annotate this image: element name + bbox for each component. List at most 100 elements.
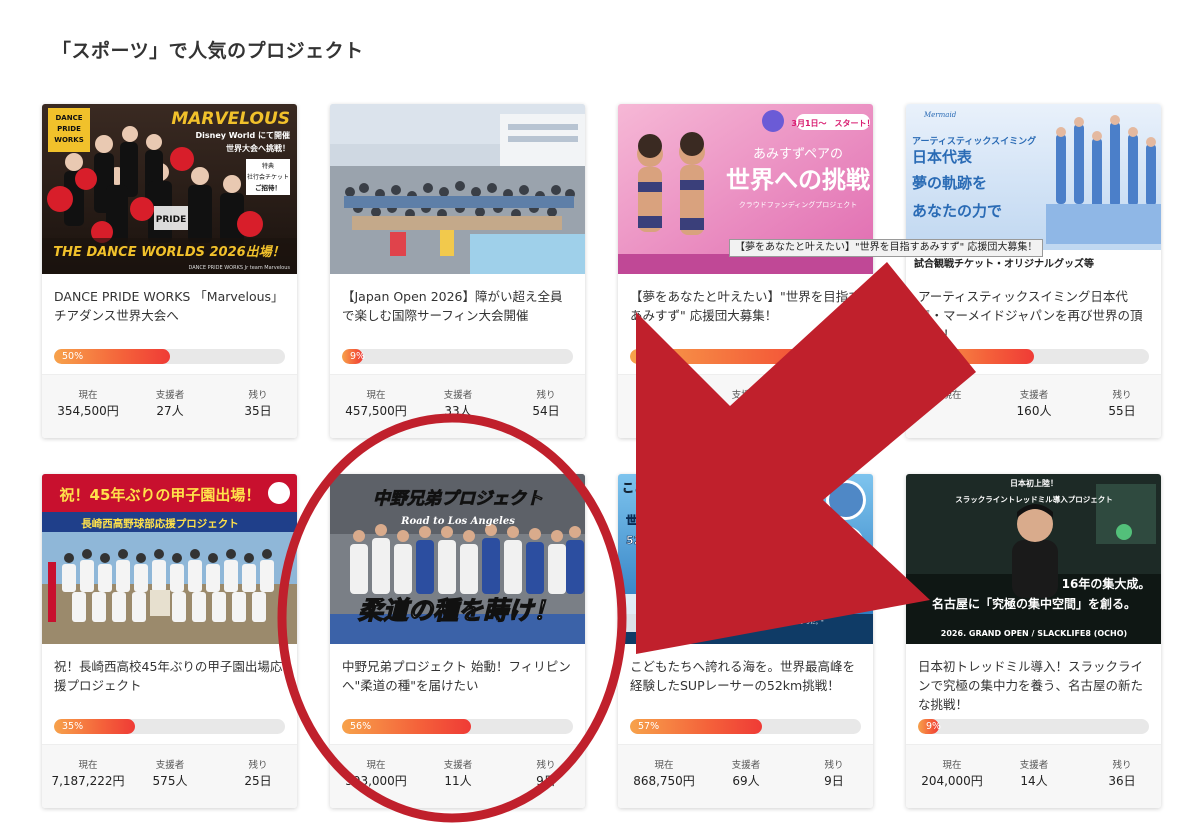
progress-percent: 9% [350,351,366,362]
svg-text:夢の軌跡を: 夢の軌跡を [912,174,987,192]
stat-current-amount: 7,187,222円 [51,774,125,788]
progress-percent: 114% [638,351,666,362]
svg-text:3月1日〜 スタート！: 3月1日〜 スタート！ [791,118,873,128]
stat-remaining-days: 55日 [1108,404,1136,418]
stat-supporters: 33人 [444,404,472,418]
stat-label: 支援者 [1019,390,1049,401]
project-title[interactable]: 日本初トレッドミル導入！スラックラインで究極の集中力を養う、名古屋の新たな挑戦！ [918,657,1150,714]
svg-text:こどもたちへ: こどもたちへ [622,481,694,495]
svg-text:名古屋に「究極の集中空間」を創る。: 名古屋に「究極の集中空間」を創る。 [932,596,1136,611]
project-thumbnail[interactable]: 日本初上陸！ スラックライントレッドミル導入プロジェクト 16年の集大成。 名古… [906,474,1161,644]
stat-label: 支援者 [443,390,473,401]
svg-text:ご招待！: ご招待！ [255,183,281,192]
svg-text:日本代表: 日本代表 [912,148,973,166]
stat-label: 支援者 [155,390,185,401]
stat-label: 残り [824,760,844,771]
svg-text:WORKS: WORKS [54,136,84,144]
progress-percent: 56% [350,721,372,732]
project-stats: 現在 1,145, 支援者 残り [618,374,873,438]
project-title[interactable]: 中野兄弟プロジェクト 始動！フィリピンへ"柔道の種"を届けたい [342,657,574,695]
stat-label: 支援者 [1019,760,1049,771]
svg-text:Road to Los Angeles: Road to Los Angeles [400,516,515,527]
project-thumbnail[interactable]: 中野兄弟プロジェクト Road to Los Angeles 柔道の種を蒔け！ [330,474,585,644]
svg-text:THE DANCE WORLDS 2026出場！: THE DANCE WORLDS 2026出場！ [53,244,284,260]
stat-label: 現在 [78,390,98,401]
svg-text:世界最高峰を: 世界最高峰を [626,513,692,527]
stat-label: 現在 [654,390,674,401]
project-thumbnail[interactable] [330,104,585,274]
svg-text:Disney World にて開催: Disney World にて開催 [196,130,291,140]
title-tooltip: 【夢をあなたと叶えたい】"世界を目指すあみすず" 応援団大募集！ [729,239,1044,257]
project-title[interactable]: アーティスティックスイミング日本代表・マーメイドジャパンを再び世界の頂点へ！ [918,287,1150,344]
stat-label: 支援者 [731,390,761,401]
svg-text:中野兄弟プロジェクト: 中野兄弟プロジェクト [373,489,543,509]
progress-bar [918,349,1149,364]
svg-text:PRIDE: PRIDE [57,125,81,133]
svg-text:PRIDE: PRIDE [156,215,187,225]
stat-current-amount: 457,500円 [345,404,407,418]
project-card[interactable]: こどもたちへ 世界最高峰を 52km挑戦！ "沖縄の海を、眺めるだけで終わらせた… [618,474,873,808]
stat-remaining-days: 36日 [1108,774,1136,788]
stat-label: 現在 [942,760,962,771]
project-stats: 現在 354,500円 支援者 27人 残り 35日 [42,374,297,438]
project-thumbnail[interactable]: PRIDE DANCE PRIDE WORKS MARVELOUS Disney… [42,104,297,274]
svg-text:DANCE: DANCE [55,114,82,122]
stat-current-amount: 393,000円 [345,774,407,788]
progress-bar: 50% [54,349,285,364]
stat-label: 支援者 [443,760,473,771]
stat-current-amount: 354,500円 [57,404,119,418]
project-card[interactable]: 【Japan Open 2026】障がい超え全員で楽しむ国際サーフィン大会開催 … [330,104,585,438]
progress-percent: 35% [62,721,84,732]
project-title[interactable]: 【Japan Open 2026】障がい超え全員で楽しむ国際サーフィン大会開催 [342,287,574,325]
project-card[interactable]: 中野兄弟プロジェクト Road to Los Angeles 柔道の種を蒔け！ … [330,474,585,808]
svg-text:52km挑戦！: 52km挑戦！ [626,533,693,547]
progress-bar: 57% [630,719,861,734]
stat-supporters: 11人 [444,774,472,788]
project-title[interactable]: 祝！長崎西高校45年ぶりの甲子園出場応援プロジェクト [54,657,286,695]
project-title[interactable]: こどもたちへ誇れる海を。世界最高峰を経験したSUPレーサーの52km挑戦！ [630,657,862,695]
stat-label: 支援者 [731,760,761,771]
stat-supporters: 575人 [152,774,188,788]
stat-label: 残り [1112,760,1132,771]
project-card[interactable]: 日本初上陸！ スラックライントレッドミル導入プロジェクト 16年の集大成。 名古… [906,474,1161,808]
progress-percent: 9% [926,721,942,732]
progress-bar: 35% [54,719,285,734]
stat-label: 現在 [78,760,98,771]
image-headline: MARVELOUS [171,109,290,129]
project-title[interactable]: DANCE PRIDE WORKS 「Marvelous」チアダンス世界大会へ [54,287,286,325]
progress-percent: 57% [638,721,660,732]
project-card[interactable]: 3月1日〜 スタート！ あみすずペアの 世界への挑戦 クラウドファンディングプロ… [618,104,873,438]
project-stats: 現在 支援者 160人 残り 55日 [906,374,1161,438]
project-thumbnail[interactable]: こどもたちへ 世界最高峰を 52km挑戦！ "沖縄の海を、眺めるだけで終わらせた… [618,474,873,644]
svg-text:世界大会へ挑戦！: 世界大会へ挑戦！ [226,143,290,153]
stat-label: 残り [248,760,268,771]
progress-bar: 56% [342,719,573,734]
stat-label: 残り [824,390,844,401]
progress-bar: 9% [342,349,573,364]
section-title: 「スポーツ」で人気のプロジェクト [52,40,364,62]
project-card[interactable]: PRIDE DANCE PRIDE WORKS MARVELOUS Disney… [42,104,297,438]
project-stats: 現在 204,000円 支援者 14人 残り 36日 [906,744,1161,808]
project-card[interactable]: 祝！45年ぶりの甲子園出場！ 長崎西高野球部応援プロジェクト 祝！長崎西高校45… [42,474,297,808]
project-title[interactable]: 【夢をあなたと叶えたい】"世界を目指すあみすず" 応援団大募集！ [630,287,862,325]
project-stats: 現在 7,187,222円 支援者 575人 残り 25日 [42,744,297,808]
svg-text:社行会チケット: 社行会チケット [247,173,289,181]
stat-label: 現在 [366,760,386,771]
svg-text:試合観戦チケット・オリジナルグッズ等: 試合観戦チケット・オリジナルグッズ等 [914,257,1094,270]
stat-remaining-days: 25日 [244,774,272,788]
stat-label: 現在 [942,390,962,401]
stat-supporters: 14人 [1020,774,1048,788]
progress-bar: 114% [630,349,861,364]
stat-current-amount: 204,000円 [921,774,983,788]
svg-text:長崎西高野球部応援プロジェクト: 長崎西高野球部応援プロジェクト [81,517,239,530]
svg-text:あなたの力で: あなたの力で [912,202,1002,220]
project-thumbnail[interactable]: 祝！45年ぶりの甲子園出場！ 長崎西高野球部応援プロジェクト [42,474,297,644]
svg-text:2026. GRAND OPEN / SLACKLIFE8: 2026. GRAND OPEN / SLACKLIFE8 (OCHO) [941,629,1127,638]
stat-supporters: 27人 [156,404,184,418]
stat-supporters: 69人 [732,774,760,788]
stat-remaining-days: 54日 [532,404,560,418]
project-card[interactable]: Mermaid アーティスティックスイミング 日本代表 夢の軌跡を あなたの力で… [906,104,1161,438]
stat-remaining-days: 9日 [536,774,556,788]
svg-text:日本初上陸！: 日本初上陸！ [1010,478,1058,488]
svg-text:"沖縄の海を、眺めるだけで終わらせたくなかった。": "沖縄の海を、眺めるだけで終わらせたくなかった。" [692,618,823,626]
